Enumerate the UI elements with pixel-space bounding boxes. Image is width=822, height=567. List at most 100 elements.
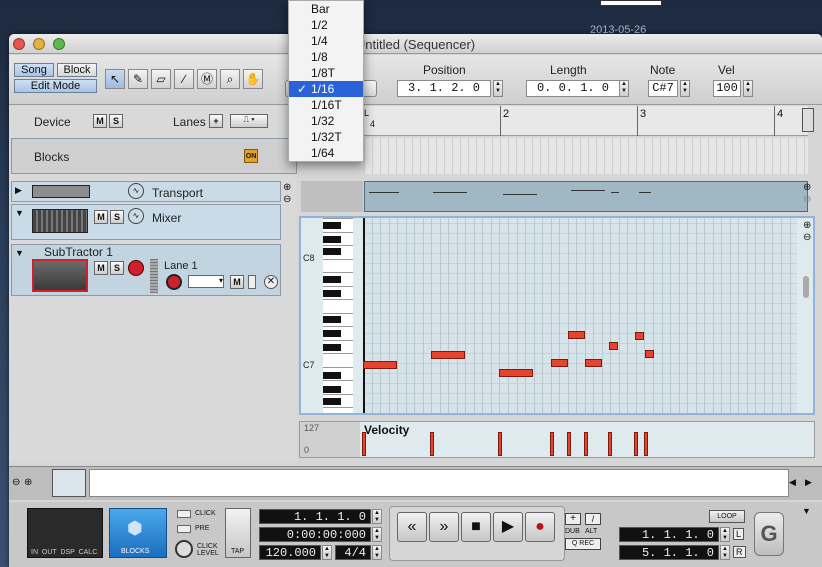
black-key[interactable] — [323, 222, 341, 229]
subtractor-solo-button[interactable]: S — [110, 261, 124, 275]
position-field[interactable]: 3. 1. 2. 0 — [397, 80, 491, 97]
note-event[interactable] — [551, 359, 568, 367]
white-key[interactable] — [323, 407, 353, 408]
scroll-right-icon[interactable]: ▶ — [805, 477, 812, 488]
lane-type-select[interactable]: ⎍ ▾ — [230, 114, 268, 128]
snap-menu-item[interactable]: 1/8T — [289, 65, 363, 81]
timeline-ruler[interactable]: L 4 2 3 4 — [364, 106, 808, 136]
black-key[interactable] — [323, 316, 341, 323]
pencil-tool-icon[interactable]: ✎ — [128, 69, 148, 89]
mute-all-button[interactable]: M — [93, 114, 107, 128]
velocity-bar[interactable] — [498, 432, 502, 456]
blocks-lane[interactable] — [364, 138, 808, 174]
overview-track[interactable] — [89, 469, 789, 497]
magnify-tool-icon[interactable]: ⌕ — [220, 69, 240, 89]
note-event[interactable] — [431, 351, 465, 359]
fast-forward-button[interactable]: » — [429, 512, 459, 542]
mixer-track[interactable]: ▼ M S ∿ Mixer — [11, 204, 281, 240]
zoom-in-icon[interactable]: ⊕ — [283, 182, 291, 193]
velocity-lane[interactable]: 127 0 Velocity — [299, 421, 815, 458]
arrow-tool-icon[interactable]: ↖ — [105, 69, 125, 89]
zoom-out-icon[interactable]: ⊖ — [803, 232, 811, 243]
velocity-bar[interactable] — [362, 432, 366, 456]
snap-menu[interactable]: Bar 1/2 1/4 1/8 1/8T ✓ 1/16 1/16T 1/32 1/32T 1/64 — [288, 0, 364, 162]
position-display[interactable]: 1. 1. 1. 0 — [259, 509, 371, 524]
position-display-stepper[interactable]: ▲ ▼ — [372, 509, 382, 524]
time-display[interactable]: 0:00:00:000 — [259, 527, 371, 542]
snap-menu-item[interactable]: Bar — [289, 1, 363, 17]
q-rec-button[interactable]: Q REC — [565, 538, 601, 550]
length-field[interactable]: 0. 0. 1. 0 — [526, 80, 620, 97]
expand-arrow-icon[interactable]: ▼ — [15, 248, 24, 258]
velocity-bar[interactable] — [634, 432, 638, 456]
position-stepper[interactable]: ▲ ▼ — [493, 80, 503, 97]
white-key[interactable] — [323, 245, 353, 246]
note-event[interactable] — [635, 332, 644, 340]
record-enable-icon[interactable] — [128, 260, 144, 276]
note-stepper[interactable]: ▲ ▼ — [680, 80, 690, 97]
tempo-stepper[interactable]: ▲ ▼ — [322, 545, 332, 560]
velocity-bar[interactable] — [567, 432, 571, 456]
black-key[interactable] — [323, 372, 341, 379]
snap-menu-item[interactable]: 1/2 — [289, 17, 363, 33]
velocity-bar[interactable] — [430, 432, 434, 456]
velocity-stepper[interactable]: ▲ ▼ — [743, 80, 753, 97]
automation-icon[interactable]: ∿ — [128, 208, 144, 224]
white-key[interactable] — [323, 326, 353, 327]
velocity-bar[interactable] — [608, 432, 612, 456]
tempo-display[interactable]: 120.000 — [259, 545, 321, 560]
velocity-bars[interactable] — [362, 422, 796, 457]
snap-menu-item[interactable]: 1/8 — [289, 49, 363, 65]
blocks-on-button[interactable]: ON — [244, 149, 258, 163]
left-locator-stepper[interactable]: ▲ ▼ — [720, 527, 730, 542]
white-key[interactable] — [323, 366, 353, 368]
zoom-in-icon[interactable]: ⊕ — [803, 182, 811, 193]
scroll-left-icon[interactable]: ◀ — [789, 477, 796, 488]
mixer-solo-button[interactable]: S — [110, 210, 124, 224]
overview-thumb[interactable] — [52, 469, 86, 497]
expand-arrow-icon[interactable]: ▶ — [15, 185, 22, 196]
ruler-settings-icon[interactable] — [802, 108, 814, 132]
record-button[interactable]: ● — [525, 512, 555, 542]
expand-arrow-icon[interactable]: ▼ — [15, 208, 24, 218]
dub-button[interactable]: + — [565, 513, 581, 525]
note-event[interactable] — [609, 342, 618, 350]
white-key[interactable] — [323, 285, 353, 287]
zoom-in-icon[interactable]: ⊕ — [803, 220, 811, 231]
snap-menu-item[interactable]: 1/32 — [289, 113, 363, 129]
velocity-field[interactable]: 100 — [713, 80, 741, 97]
white-key[interactable] — [323, 299, 353, 300]
lane-handle[interactable] — [150, 259, 158, 293]
length-stepper[interactable]: ▲ ▼ — [619, 80, 629, 97]
note-event[interactable] — [499, 369, 533, 377]
click-toggle[interactable] — [177, 510, 191, 518]
song-mode-button[interactable]: Song — [14, 63, 54, 77]
lane-select[interactable]: ▾ — [188, 275, 224, 288]
panel-menu-icon[interactable]: ▼ — [802, 506, 811, 516]
transport-clip[interactable] — [364, 181, 808, 212]
solo-all-button[interactable]: S — [109, 114, 123, 128]
right-locator-stepper[interactable]: ▲ ▼ — [720, 545, 730, 560]
snap-menu-item[interactable]: ✓ 1/16 — [289, 81, 363, 97]
note-event[interactable] — [568, 331, 585, 339]
black-key[interactable] — [323, 398, 341, 405]
white-key[interactable] — [323, 258, 353, 260]
delete-lane-icon[interactable]: ✕ — [264, 275, 278, 289]
zoom-out-icon[interactable]: ⊖ — [803, 194, 811, 205]
subtractor-mute-button[interactable]: M — [94, 261, 108, 275]
stop-button[interactable]: ■ — [461, 512, 491, 542]
alt-button[interactable]: / — [585, 513, 601, 525]
black-key[interactable] — [323, 290, 341, 297]
vertical-scrollbar-thumb[interactable] — [803, 276, 809, 298]
eraser-tool-icon[interactable]: ▱ — [151, 69, 171, 89]
black-key[interactable] — [323, 276, 341, 283]
lane-mute-button[interactable]: M — [230, 275, 244, 289]
black-key[interactable] — [323, 330, 341, 337]
time-display-stepper[interactable]: ▲ ▼ — [372, 527, 382, 542]
razor-tool-icon[interactable]: ∕ — [174, 69, 194, 89]
signature-stepper[interactable]: ▲ ▼ — [372, 545, 382, 560]
snap-menu-item[interactable]: 1/16T — [289, 97, 363, 113]
note-event[interactable] — [645, 350, 654, 358]
zoom-in-icon[interactable]: ⊕ — [24, 477, 32, 488]
mute-tool-icon[interactable]: Ⓜ — [197, 69, 217, 89]
